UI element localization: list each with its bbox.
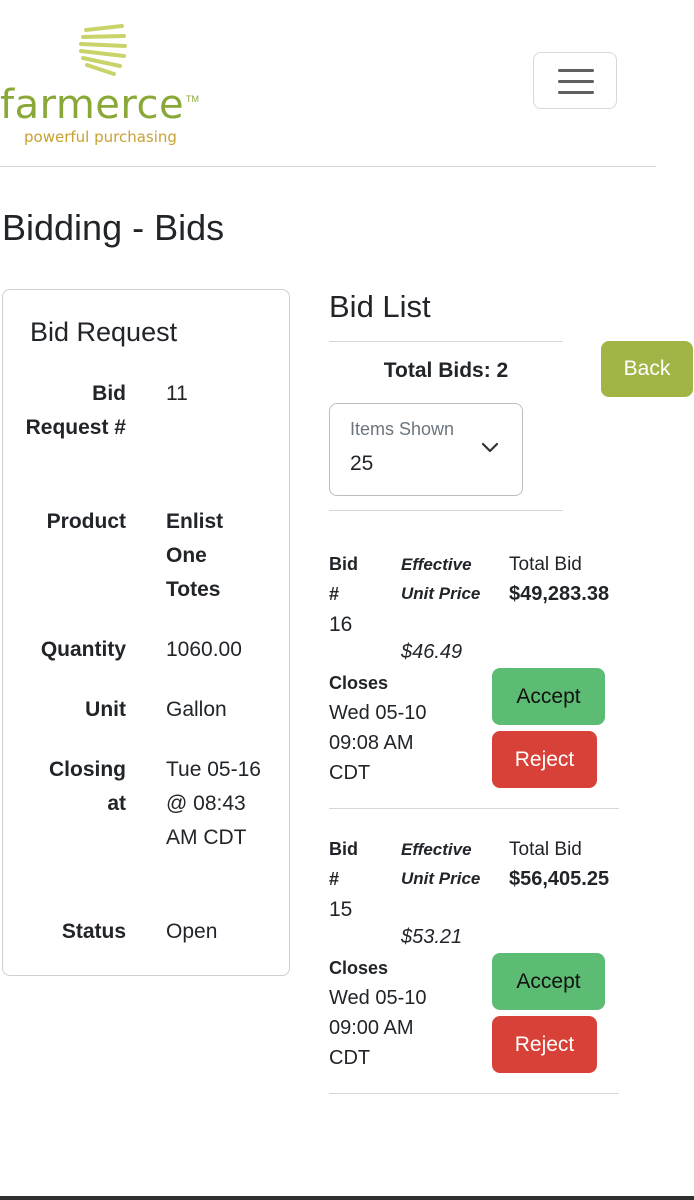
quantity-value: 1060.00 — [166, 638, 242, 661]
bid-card: Bid # 16 Effective Unit Price $46.49 Tot… — [329, 549, 619, 834]
bid-number-label: Bid # — [329, 839, 358, 889]
items-shown-divider — [329, 510, 563, 511]
bid-request-heading: Bid Request — [30, 317, 178, 347]
unit-label: Unit — [85, 698, 126, 721]
total-bid-value: $56,405.25 — [509, 868, 610, 890]
bid-number-value: 15 — [329, 898, 353, 921]
accept-bid-button[interactable]: Accept — [492, 953, 605, 1010]
header-divider — [0, 166, 656, 167]
bid-number-label: Bid # — [329, 554, 358, 604]
closes-value: Wed 05-10 09:00 AM CDT — [329, 987, 427, 1069]
items-shown-value: 25 — [350, 452, 374, 475]
effective-unit-price-label: Effective Unit Price — [401, 555, 481, 603]
effective-unit-price-value: $46.49 — [401, 641, 463, 663]
closes-value: Wed 05-10 09:08 AM CDT — [329, 702, 427, 784]
total-bid-value: $49,283.38 — [509, 583, 610, 605]
items-shown-label: Items Shown — [350, 419, 455, 439]
bid-request-card: Bid Request Bid Request # 11 Product Enl… — [2, 289, 290, 976]
closes-label: Closes — [329, 673, 389, 693]
status-value: Open — [166, 920, 218, 943]
total-bid-label: Total Bid — [509, 554, 582, 575]
product-label: Product — [46, 510, 126, 533]
reject-bid-button[interactable]: Reject — [492, 731, 597, 788]
reject-bid-button[interactable]: Reject — [492, 1016, 597, 1073]
closing-at-value: Tue 05-16 @ 08:43 AM CDT — [166, 758, 261, 849]
bottom-edge — [0, 1196, 694, 1200]
accept-bid-button[interactable]: Accept — [492, 668, 605, 725]
status-label: Status — [61, 920, 126, 943]
menu-toggle-button[interactable] — [533, 52, 617, 109]
bid-divider — [329, 1093, 619, 1094]
unit-value: Gallon — [166, 698, 227, 721]
effective-unit-price-value: $53.21 — [401, 926, 463, 948]
total-bids-count: Total Bids: 2 — [383, 359, 509, 382]
product-value: Enlist One Totes — [166, 510, 224, 601]
total-bid-label: Total Bid — [509, 839, 582, 860]
bid-card: Bid # 15 Effective Unit Price $53.21 Tot… — [329, 834, 619, 1119]
bid-request-number-value: 11 — [166, 382, 188, 405]
brand-trademark: TM — [186, 94, 199, 104]
brand-name: farmerce — [0, 82, 185, 128]
items-shown-select[interactable]: Items Shown 25 — [329, 403, 523, 496]
chevron-down-icon — [481, 442, 499, 453]
bid-divider — [329, 808, 619, 809]
sun-logo-icon — [74, 18, 127, 78]
bid-list-divider — [329, 341, 563, 342]
quantity-label: Quantity — [40, 638, 126, 661]
bid-list-heading: Bid List — [329, 289, 431, 324]
bid-number-value: 16 — [329, 613, 353, 636]
closing-at-label: Closing at — [49, 758, 126, 815]
page-title: Bidding - Bids — [2, 207, 225, 248]
effective-unit-price-label: Effective Unit Price — [401, 840, 481, 888]
farmerce-logo[interactable]: farmerce TM powerful purchasing — [0, 10, 210, 150]
closes-label: Closes — [329, 958, 389, 978]
bid-request-number-label: Bid Request # — [25, 382, 126, 439]
back-button[interactable]: Back — [601, 341, 693, 397]
brand-tagline: powerful purchasing — [24, 128, 177, 146]
